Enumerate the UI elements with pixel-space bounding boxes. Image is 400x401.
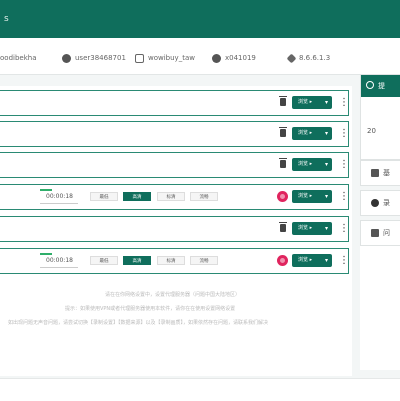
trash-icon[interactable] bbox=[279, 222, 287, 232]
sidebar-panel bbox=[360, 246, 400, 370]
footer-bar bbox=[0, 378, 400, 401]
account-item[interactable]: oodibekha bbox=[0, 52, 36, 64]
virus-icon[interactable] bbox=[277, 191, 288, 202]
recording-timer: 00:00:18 bbox=[40, 189, 78, 204]
quality-option[interactable]: 高清 bbox=[123, 256, 151, 265]
sidebar-number: 20 bbox=[367, 127, 376, 135]
more-menu-icon[interactable]: ⋮ bbox=[339, 222, 349, 235]
quality-option[interactable]: 流畅 bbox=[190, 256, 218, 265]
trash-icon[interactable] bbox=[279, 127, 287, 137]
quality-option[interactable]: 最低 bbox=[90, 256, 118, 265]
recording-list: 浏览 ▸ ⋮ 浏览 ▸ ⋮ 浏览 ▸ ⋮ 00:00:18 最低 高清 标清 流… bbox=[0, 86, 352, 376]
list-item: 00:00:18 最低 高清 标清 流畅 浏览 ▸ ⋮ bbox=[0, 248, 349, 274]
more-menu-icon[interactable]: ⋮ bbox=[339, 158, 349, 171]
database-icon bbox=[371, 169, 379, 177]
notice-line: 请在在你网络设置中，设置代理服务器（问题中国大陆地区） bbox=[105, 292, 241, 298]
browse-button[interactable]: 浏览 ▸ bbox=[292, 190, 332, 203]
quality-option[interactable]: 流畅 bbox=[190, 192, 218, 201]
list-item: 00:00:18 最低 高清 标清 流畅 浏览 ▸ ⋮ bbox=[0, 184, 349, 210]
network-icon bbox=[371, 229, 379, 237]
sidebar-item[interactable]: 录 bbox=[360, 190, 400, 216]
more-menu-icon[interactable]: ⋮ bbox=[339, 127, 349, 140]
account-bar: oodibekha user38468701 wowibuy_taw x0410… bbox=[0, 38, 400, 75]
info-icon bbox=[366, 81, 374, 89]
notice-line: 如出现问题无声音问题，请尝试切换【录制设置】【数据来源】以及【录制画质】，如果依… bbox=[8, 320, 269, 326]
account-item[interactable]: 8.6.6.1.3 bbox=[286, 52, 331, 64]
app-header: s bbox=[0, 0, 400, 38]
browse-button[interactable]: 浏览 ▸ bbox=[292, 222, 332, 235]
browse-button[interactable]: 浏览 ▸ bbox=[292, 127, 332, 140]
user-icon bbox=[212, 53, 221, 63]
list-item: 浏览 ▸ ⋮ bbox=[0, 152, 349, 178]
sidebar-item-label: 录 bbox=[383, 199, 390, 207]
sidebar-card-header: 提 bbox=[361, 75, 400, 97]
sidebar-card: 提 20 bbox=[360, 74, 400, 160]
quality-option[interactable]: 标清 bbox=[157, 192, 185, 201]
account-name: x041019 bbox=[225, 54, 256, 62]
recording-timer: 00:00:18 bbox=[40, 253, 78, 268]
gear-icon bbox=[286, 53, 297, 63]
more-menu-icon[interactable]: ⋮ bbox=[339, 254, 349, 267]
browse-button[interactable]: 浏览 ▸ bbox=[292, 158, 332, 171]
browse-button[interactable]: 浏览 ▸ bbox=[292, 254, 332, 267]
account-item[interactable]: user38468701 bbox=[62, 52, 126, 64]
notice-line: 提示：如果使用VPN或者代理服务器使用本软件，请你在在使用设置网络设置 bbox=[65, 306, 236, 312]
list-item: 浏览 ▸ ⋮ bbox=[0, 90, 349, 116]
list-item: 浏览 ▸ ⋮ bbox=[0, 216, 349, 242]
browse-button[interactable]: 浏览 ▸ bbox=[292, 96, 332, 109]
sidebar-item[interactable]: 问 bbox=[360, 220, 400, 246]
sidebar-item-label: 基 bbox=[383, 169, 390, 177]
account-item[interactable]: x041019 bbox=[212, 52, 256, 64]
quality-option[interactable]: 高清 bbox=[123, 192, 151, 201]
account-name: user38468701 bbox=[75, 54, 126, 62]
account-item[interactable]: wowibuy_taw bbox=[135, 52, 195, 64]
trash-icon[interactable] bbox=[279, 158, 287, 168]
account-name: oodibekha bbox=[0, 54, 37, 62]
more-menu-icon[interactable]: ⋮ bbox=[339, 190, 349, 203]
account-name: 8.6.6.1.3 bbox=[299, 54, 331, 62]
virus-icon[interactable] bbox=[277, 255, 288, 266]
user-circle-icon bbox=[62, 53, 71, 63]
quality-option[interactable]: 最低 bbox=[90, 192, 118, 201]
quality-option[interactable]: 标清 bbox=[157, 256, 185, 265]
trash-icon[interactable] bbox=[279, 96, 287, 106]
app-title: s bbox=[4, 14, 9, 24]
sidebar-item-label: 问 bbox=[383, 229, 390, 237]
list-item: 浏览 ▸ ⋮ bbox=[0, 121, 349, 147]
account-name: wowibuy_taw bbox=[148, 54, 195, 62]
sidebar-item[interactable]: 基 bbox=[360, 160, 400, 186]
more-menu-icon[interactable]: ⋮ bbox=[339, 96, 349, 109]
square-icon bbox=[135, 53, 144, 63]
sidebar-title: 提 bbox=[378, 82, 385, 90]
record-icon bbox=[371, 199, 379, 207]
